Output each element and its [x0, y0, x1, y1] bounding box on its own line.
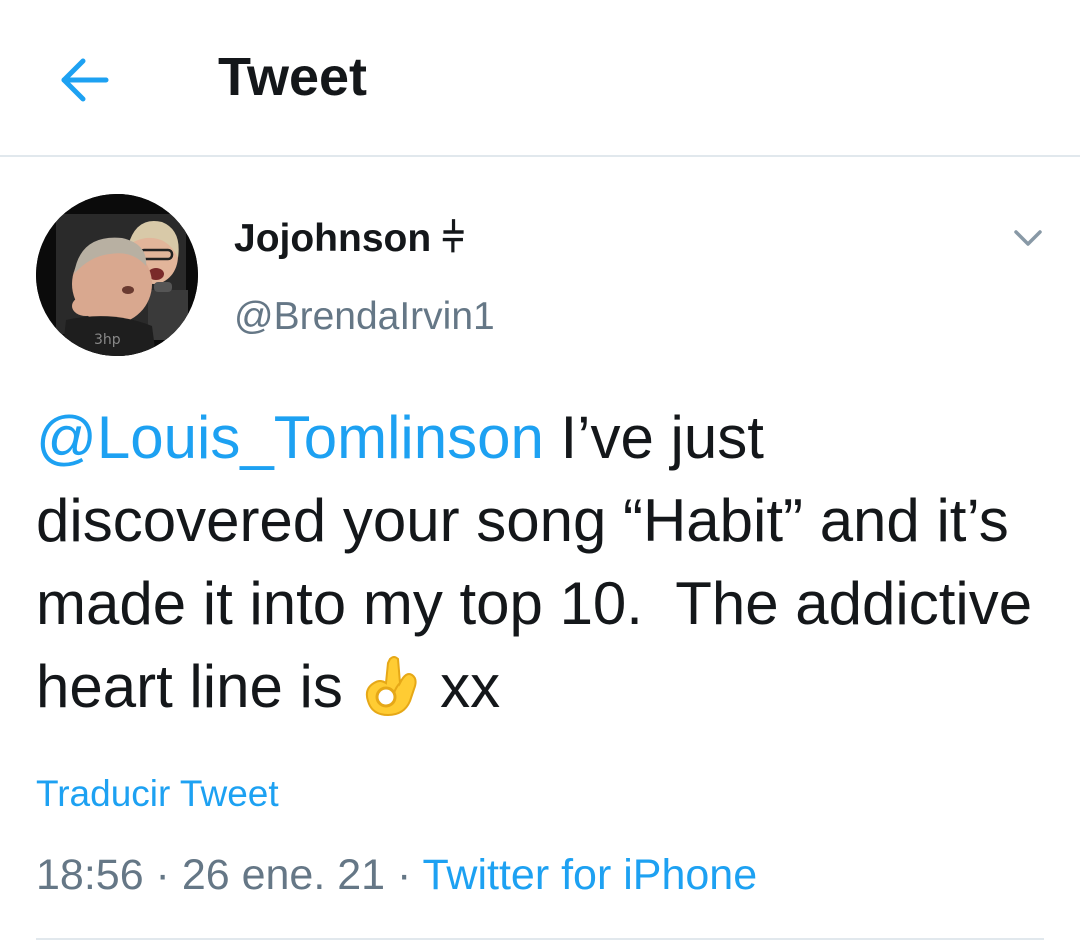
- back-button[interactable]: [50, 46, 118, 114]
- arrow-left-icon: [61, 58, 109, 102]
- meta-separator-1: ·: [143, 851, 182, 899]
- tweet-time: 18:56: [36, 851, 144, 899]
- tweet-source-link[interactable]: Twitter for iPhone: [423, 851, 758, 899]
- top-app-bar: Tweet: [0, 0, 1080, 157]
- translate-tweet-link[interactable]: Traducir Tweet: [36, 770, 279, 818]
- ok-hand-emoji-icon: [360, 653, 424, 719]
- avatar[interactable]: 3hp: [36, 194, 198, 356]
- chevron-down-icon: [1014, 230, 1042, 246]
- tweet-date: 26 ene. 21: [181, 851, 386, 899]
- avatar-photo: 3hp: [36, 194, 198, 356]
- author-display-name[interactable]: Jojohnson ⫩: [234, 214, 464, 264]
- mention-link[interactable]: @Louis_Tomlinson: [36, 404, 544, 471]
- display-name-text: Jojohnson: [234, 217, 432, 260]
- tweet-meta: 18:56 · 26 ene. 21 · Twitter for iPhone: [36, 848, 757, 902]
- page-title: Tweet: [218, 47, 368, 107]
- name-symbol: ⫩: [442, 217, 465, 260]
- author-handle[interactable]: @BrendaIrvin1: [234, 292, 495, 342]
- tweet-text-part-2: xx: [423, 653, 501, 720]
- divider: [36, 938, 1044, 940]
- tweet-text: @Louis_Tomlinson I’ve just discovered yo…: [36, 396, 1046, 728]
- meta-separator-2: ·: [385, 851, 423, 899]
- more-options-button[interactable]: [1008, 220, 1048, 256]
- svg-text:3hp: 3hp: [94, 332, 121, 348]
